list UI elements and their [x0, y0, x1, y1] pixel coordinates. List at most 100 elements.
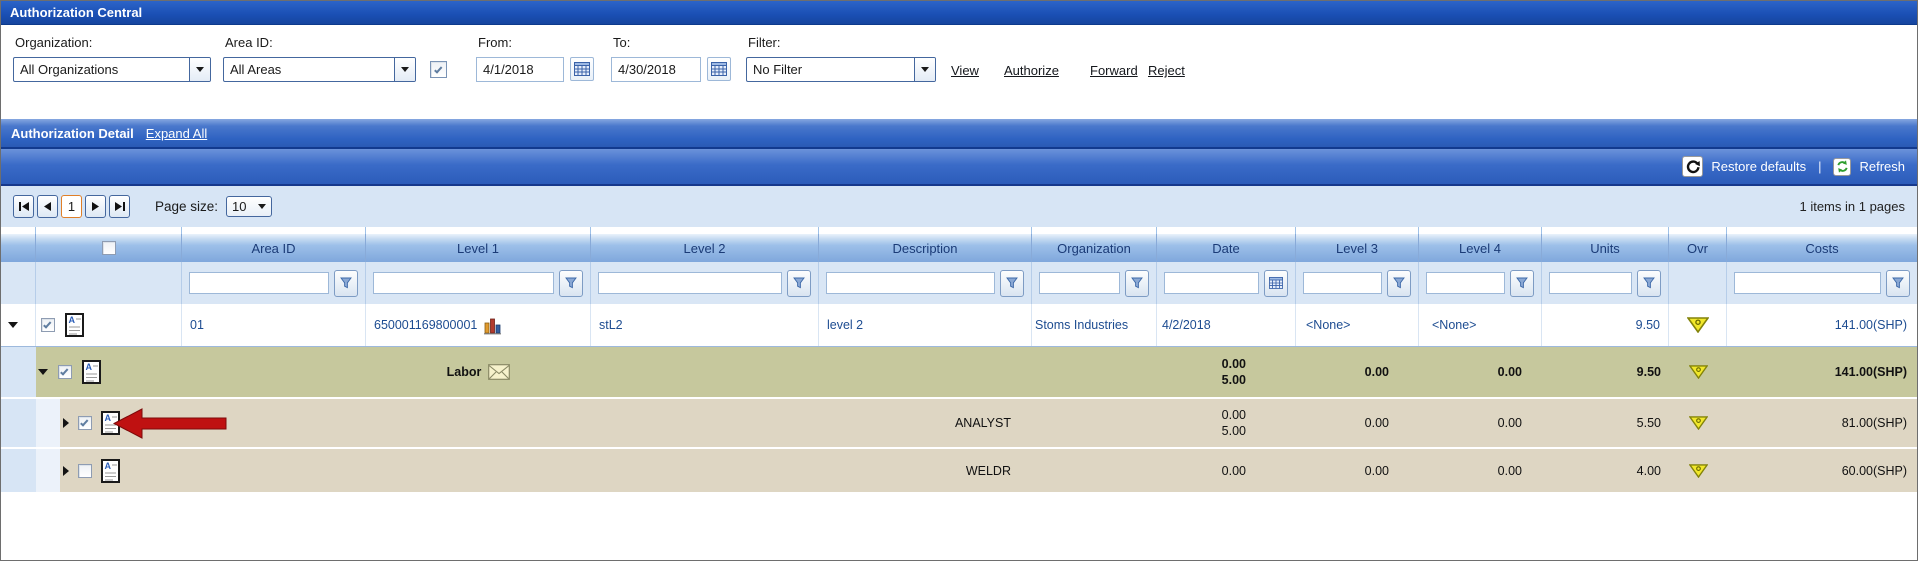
- header-units[interactable]: Units: [1542, 234, 1669, 262]
- header-ovr[interactable]: Ovr: [1669, 234, 1727, 262]
- memo-icon[interactable]: A: [101, 459, 120, 483]
- reject-link[interactable]: Reject: [1148, 63, 1185, 78]
- group-ovr-cell: [1669, 347, 1727, 397]
- envelope-icon[interactable]: [488, 364, 510, 380]
- select-all-checkbox[interactable]: [102, 241, 116, 255]
- pager-bar: 1 Page size: 10 1 items in 1 pages: [1, 186, 1917, 227]
- expand-expander-icon[interactable]: [63, 466, 69, 476]
- to-calendar-button[interactable]: [707, 57, 731, 81]
- organization-dropdown[interactable]: All Organizations: [13, 57, 211, 82]
- child-checkbox[interactable]: [78, 416, 92, 430]
- child-description[interactable]: ANALYST: [819, 399, 1032, 447]
- from-date-input[interactable]: [476, 57, 564, 82]
- cell-level2[interactable]: stL2: [591, 304, 819, 346]
- header-area-id[interactable]: Area ID: [182, 234, 366, 262]
- override-icon[interactable]: [1689, 464, 1708, 478]
- organization-filter-button[interactable]: [1125, 270, 1149, 297]
- header-expander-col: [1, 234, 36, 262]
- level1-filter-button[interactable]: [559, 270, 583, 297]
- collapse-expander-icon[interactable]: [8, 322, 18, 328]
- funnel-icon: [1131, 277, 1143, 289]
- prev-page-button[interactable]: [37, 195, 58, 218]
- group-checkbox[interactable]: [58, 365, 72, 379]
- override-icon[interactable]: [1687, 317, 1709, 333]
- memo-icon[interactable]: A: [82, 360, 101, 384]
- cell-level3[interactable]: <None>: [1296, 304, 1419, 346]
- current-page-button[interactable]: 1: [61, 195, 82, 218]
- forward-link[interactable]: Forward: [1090, 63, 1138, 78]
- page-size-dropdown[interactable]: 10: [226, 196, 272, 217]
- restore-defaults-icon[interactable]: [1682, 156, 1703, 177]
- cell-organization[interactable]: Stoms Industries: [1032, 304, 1157, 346]
- header-level2[interactable]: Level 2: [591, 234, 819, 262]
- cell-units[interactable]: 9.50: [1542, 304, 1669, 346]
- area-id-dropdown[interactable]: All Areas: [223, 57, 416, 82]
- level4-filter-button[interactable]: [1510, 270, 1534, 297]
- chevron-down-icon[interactable]: [189, 58, 210, 81]
- chevron-down-icon: [258, 204, 266, 209]
- header-description[interactable]: Description: [819, 234, 1032, 262]
- cell-date[interactable]: 4/2/2018: [1157, 304, 1296, 346]
- header-level4[interactable]: Level 4: [1419, 234, 1542, 262]
- costs-filter-button[interactable]: [1886, 270, 1910, 297]
- expand-all-link[interactable]: Expand All: [146, 126, 207, 141]
- collapse-expander-icon[interactable]: [38, 369, 48, 375]
- chart-icon[interactable]: [483, 316, 502, 335]
- last-page-icon: [115, 202, 125, 211]
- level3-filter-button[interactable]: [1387, 270, 1411, 297]
- header-level1[interactable]: Level 1: [366, 234, 591, 262]
- level2-filter-button[interactable]: [787, 270, 811, 297]
- view-link[interactable]: View: [951, 63, 979, 78]
- refresh-icon[interactable]: [1833, 158, 1851, 176]
- funnel-icon: [565, 277, 577, 289]
- header-level3[interactable]: Level 3: [1296, 234, 1419, 262]
- organization-filter-input[interactable]: [1039, 272, 1120, 294]
- description-filter-input[interactable]: [826, 272, 995, 294]
- group-units: 9.50: [1542, 347, 1669, 397]
- funnel-icon: [1393, 277, 1405, 289]
- level4-filter-input[interactable]: [1426, 272, 1505, 294]
- cell-level4[interactable]: <None>: [1419, 304, 1542, 346]
- date-filter-input[interactable]: [1164, 272, 1259, 294]
- memo-icon[interactable]: A: [65, 313, 84, 337]
- cell-area-id[interactable]: 01: [182, 304, 366, 346]
- costs-filter-input[interactable]: [1734, 272, 1881, 294]
- child-level4: 0.00: [1419, 399, 1542, 447]
- cell-costs[interactable]: 141.00(SHP): [1727, 304, 1917, 346]
- level1-filter-input[interactable]: [373, 272, 554, 294]
- authorization-central-window: Authorization Central Organization: All …: [0, 0, 1918, 561]
- header-date[interactable]: Date: [1157, 234, 1296, 262]
- refresh-button[interactable]: Refresh: [1859, 159, 1905, 174]
- child-description[interactable]: WELDR: [819, 449, 1032, 492]
- authorize-link[interactable]: Authorize: [1004, 63, 1059, 78]
- expand-expander-icon[interactable]: [63, 418, 69, 428]
- group-label[interactable]: Labor: [447, 365, 482, 379]
- date-filter-calendar-button[interactable]: [1264, 270, 1288, 297]
- units-filter-input[interactable]: [1549, 272, 1632, 294]
- description-filter-button[interactable]: [1000, 270, 1024, 297]
- area-id-filter-button[interactable]: [334, 270, 358, 297]
- chevron-down-icon[interactable]: [394, 58, 415, 81]
- next-page-button[interactable]: [85, 195, 106, 218]
- child-checkbox[interactable]: [78, 464, 92, 478]
- area-filter-checkbox[interactable]: [430, 61, 447, 78]
- restore-defaults-button[interactable]: Restore defaults: [1711, 159, 1806, 174]
- override-icon[interactable]: [1689, 416, 1708, 430]
- chevron-down-icon[interactable]: [914, 58, 935, 81]
- header-organization[interactable]: Organization: [1032, 234, 1157, 262]
- header-costs[interactable]: Costs: [1727, 234, 1917, 262]
- last-page-button[interactable]: [109, 195, 130, 218]
- level1-value[interactable]: 650001169800001: [374, 318, 477, 332]
- units-filter-button[interactable]: [1637, 270, 1661, 297]
- filter-dropdown[interactable]: No Filter: [746, 57, 936, 82]
- first-page-button[interactable]: [13, 195, 34, 218]
- override-icon[interactable]: [1689, 365, 1708, 379]
- row-checkbox[interactable]: [41, 318, 55, 332]
- cell-description[interactable]: level 2: [819, 304, 1032, 346]
- from-calendar-button[interactable]: [570, 57, 594, 81]
- level2-filter-input[interactable]: [598, 272, 782, 294]
- to-date-input[interactable]: [611, 57, 701, 82]
- level3-filter-input[interactable]: [1303, 272, 1382, 294]
- area-id-filter-input[interactable]: [189, 272, 329, 294]
- organization-value: All Organizations: [14, 58, 189, 81]
